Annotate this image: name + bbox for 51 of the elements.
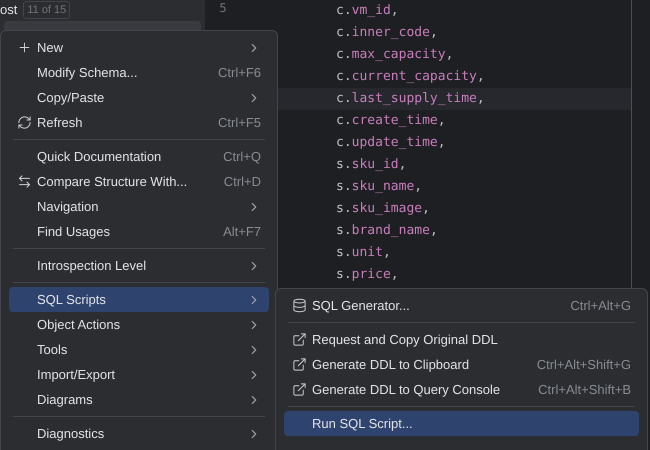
menu-item[interactable]: Generate DDL to Clipboard Ctrl+Alt+Shift+G [284,352,639,377]
shortcut-label: Ctrl+Q [223,148,261,166]
code-text: s.price, [336,266,399,284]
line-number: 5 [219,0,227,17]
code-text: c.last_supply_time, [336,90,485,108]
shortcut-label: Ctrl+D [224,172,261,191]
export-arrow-icon [292,382,307,397]
code-text: c.inner_code, [336,24,438,42]
menu-item[interactable]: Object Actions [9,312,269,337]
shortcut-label: Ctrl+Alt+Shift+G [536,356,631,374]
menu-item[interactable]: Import/Export [9,362,269,387]
code-text: c.vm_id, [336,2,399,20]
menu-item[interactable]: Navigation [9,194,269,219]
menu-item[interactable]: SQL Scripts [9,287,269,312]
database-icon [292,298,307,313]
menu-item[interactable]: Quick Documentation Ctrl+Q [9,144,269,169]
export-arrow-icon [292,332,307,347]
menu-item[interactable]: Run SQL Script... [284,411,639,436]
menu-item[interactable]: Refresh Ctrl+F5 [9,110,269,135]
menu-item[interactable]: Copy/Paste [9,85,269,110]
tree-item-label[interactable]: ost [0,0,18,20]
menu-item[interactable]: Request and Copy Original DDL [284,327,639,352]
menu-item[interactable]: Modify Schema... Ctrl+F6 [9,60,269,85]
menu-item[interactable]: Tools [9,337,269,362]
shortcut-label: Alt+F7 [223,222,261,241]
count-badge: 11 of 15 [23,0,70,20]
menu-item[interactable]: New [9,35,269,60]
code-text: s.sku_id, [336,156,406,174]
menu-item[interactable]: Generate DDL to Query Console Ctrl+Alt+Shift+B [284,377,639,402]
refresh-icon [17,115,32,130]
code-text: c.max_capacity, [336,46,454,64]
menu-item[interactable]: SQL Generator... Ctrl+Alt+G [284,293,639,318]
menu-item[interactable]: Diagrams [9,387,269,412]
arrows-icon [17,174,32,189]
code-text: c.update_time, [336,134,446,152]
shortcut-label: Ctrl+F6 [218,64,261,82]
code-text: s.sku_name, [336,178,422,196]
shortcut-label: Ctrl+Alt+G [570,296,631,315]
code-text: s.brand_name, [336,222,438,240]
code-text: s.sku_image, [336,200,430,218]
menu-item[interactable]: Diagnostics [9,421,269,446]
code-text: c.current_capacity, [336,68,485,86]
menu-item[interactable]: Introspection Level [9,253,269,278]
shortcut-label: Ctrl+Alt+Shift+B [538,380,631,399]
shortcut-label: Ctrl+F5 [218,114,261,132]
code-text: s.unit, [336,244,391,262]
code-text: c.create_time, [336,112,446,130]
menu-item[interactable]: Compare Structure With... Ctrl+D [9,169,269,194]
menu-item[interactable]: Find Usages Alt+F7 [9,219,269,244]
plus-icon [17,40,32,55]
export-arrow-icon [292,357,307,372]
